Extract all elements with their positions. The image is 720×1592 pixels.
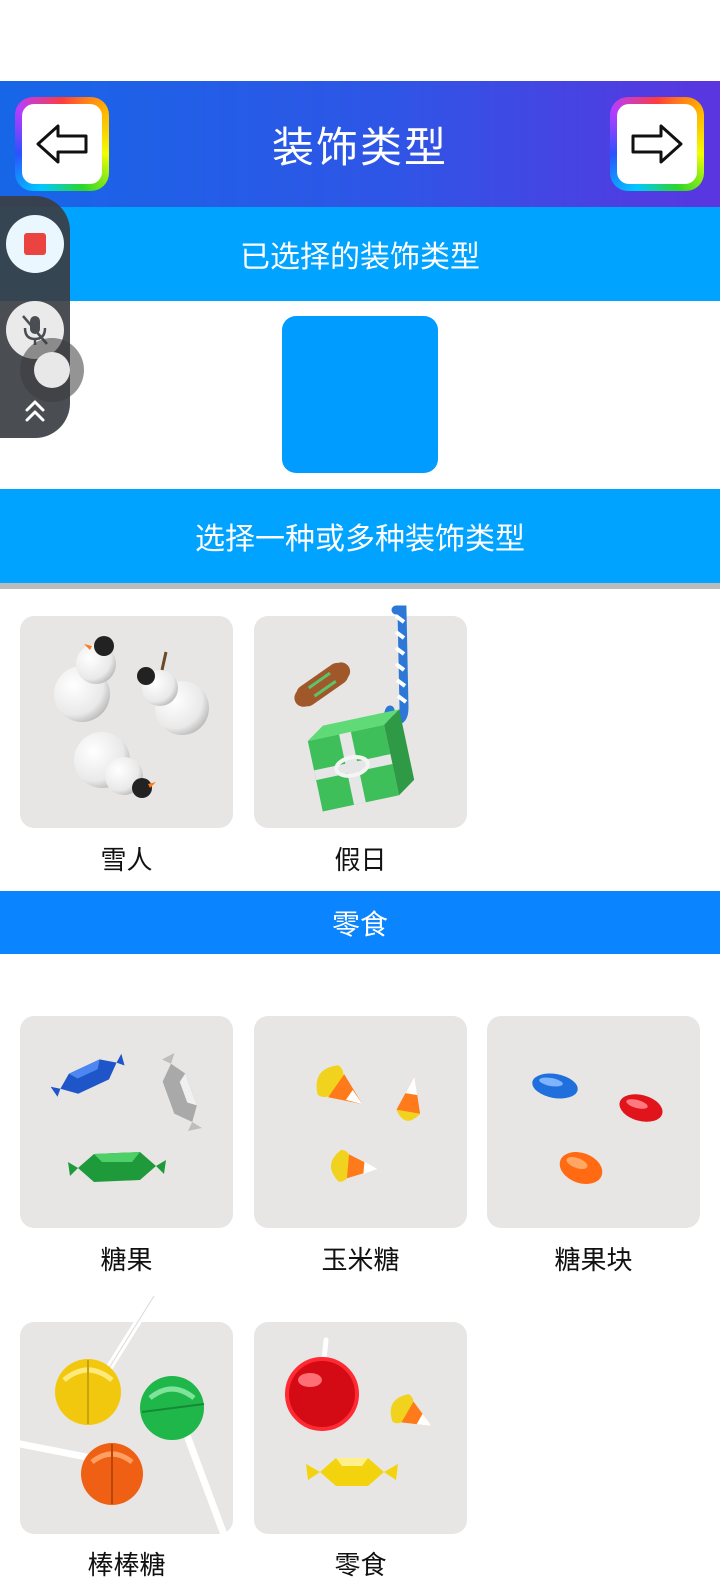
choose-types-heading: 选择一种或多种装饰类型 [0,489,720,583]
divider [0,583,720,589]
tile-label-candy: 糖果 [100,1246,153,1276]
tile-label-lollipop: 棒棒糖 [87,1551,166,1581]
drag-knob [34,352,70,388]
snacks-icon [285,1337,432,1486]
header-bar: 装饰类型 [0,81,720,207]
stop-record-button[interactable] [6,215,64,273]
tile-label-candy-corn: 玉米糖 [321,1246,400,1276]
next-button[interactable] [610,97,704,191]
candy-corn-icon [316,1065,421,1182]
screen-recorder-widget [0,196,70,438]
lollipop-icon [0,1292,230,1544]
lollipop-tile[interactable] [0,1292,233,1544]
tile-label-snowman: 雪人 [100,846,153,876]
tile-label-candy-pieces: 糖果块 [554,1246,633,1276]
selected-types-heading: 已选择的装饰类型 [0,207,720,301]
wrapped-candy-icon [50,1052,202,1182]
holiday-tile[interactable] [254,605,467,828]
candy-tile[interactable] [20,1016,233,1228]
selected-type-swatch[interactable] [282,316,438,473]
snowman-tile[interactable] [20,616,233,828]
candy-pieces-tile[interactable] [487,1016,700,1228]
arrow-right-icon [631,124,683,164]
snacks-tile[interactable] [254,1322,467,1534]
stop-record-icon [24,233,46,255]
tile-label-snacks: 零食 [334,1551,387,1581]
snacks-section-heading: 零食 [0,891,720,954]
prev-button[interactable] [15,97,109,191]
recorder-drag-handle[interactable] [20,338,84,402]
candy-corn-tile[interactable] [254,1016,467,1228]
snowman-icon [54,636,209,798]
holiday-icon [294,605,415,812]
candy-pieces-icon [532,1073,663,1184]
tile-label-holiday: 假日 [334,846,387,876]
arrow-left-icon [36,124,88,164]
